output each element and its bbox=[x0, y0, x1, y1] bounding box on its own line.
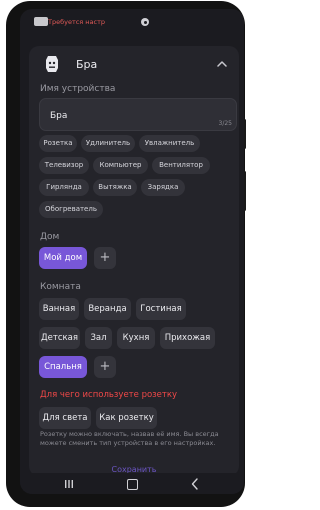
room-option[interactable]: Детская bbox=[39, 327, 80, 349]
room-option[interactable]: Зал bbox=[85, 327, 112, 349]
sheet-header: Бра bbox=[29, 46, 239, 82]
purpose-option-light[interactable]: Для света bbox=[39, 407, 91, 429]
phone-frame: Требуется настр Бра Имя устройства Бра 3… bbox=[6, 1, 246, 507]
purpose-title: Для чего используете розетку bbox=[40, 390, 178, 400]
front-camera bbox=[141, 18, 149, 26]
room-option[interactable]: Веранда bbox=[84, 298, 131, 320]
status-bar: Требуется настр bbox=[20, 9, 244, 31]
room-option[interactable]: Прихожая bbox=[160, 327, 215, 349]
chevron-up-icon[interactable] bbox=[217, 60, 227, 68]
room-label: Комната bbox=[40, 282, 81, 292]
device-settings-sheet: Бра Имя устройства Бра 3/25 Розетка Удли… bbox=[29, 46, 239, 476]
char-counter: 3/25 bbox=[218, 120, 232, 127]
type-chip[interactable]: Компьютер bbox=[93, 157, 148, 174]
type-chip[interactable]: Удлинитель bbox=[81, 135, 135, 152]
room-option-selected[interactable]: Спальня bbox=[39, 356, 87, 378]
type-chip[interactable]: Обогреватель bbox=[39, 201, 103, 218]
type-chip[interactable]: Гирлянда bbox=[39, 179, 89, 196]
add-room-button[interactable]: + bbox=[94, 356, 116, 378]
type-chip[interactable]: Розетка bbox=[39, 135, 77, 152]
system-nav-bar bbox=[20, 473, 244, 494]
purpose-hint: Розетку можно включать, назвав её имя. В… bbox=[40, 430, 219, 447]
device-name-label: Имя устройства bbox=[40, 84, 116, 94]
recent-apps-icon[interactable] bbox=[64, 479, 74, 489]
notification-icon bbox=[34, 17, 48, 26]
type-chip[interactable]: Вытяжка bbox=[93, 179, 137, 196]
home-icon[interactable] bbox=[127, 479, 138, 490]
type-chip[interactable]: Зарядка bbox=[141, 179, 185, 196]
device-title: Бра bbox=[76, 58, 98, 71]
purpose-option-outlet[interactable]: Как розетку bbox=[96, 407, 157, 429]
home-option-selected[interactable]: Мой дом bbox=[39, 247, 87, 269]
type-chip[interactable]: Телевизор bbox=[39, 157, 89, 174]
device-name-input[interactable]: Бра 3/25 bbox=[39, 98, 237, 131]
home-label: Дом bbox=[40, 232, 60, 242]
type-chip[interactable]: Вентилятор bbox=[152, 157, 210, 174]
room-option[interactable]: Гостиная bbox=[136, 298, 186, 320]
screen: Требуется настр Бра Имя устройства Бра 3… bbox=[20, 9, 244, 494]
back-icon[interactable] bbox=[190, 478, 200, 490]
status-warning: Требуется настр bbox=[48, 18, 106, 26]
add-home-button[interactable]: + bbox=[94, 247, 116, 269]
outlet-device-icon bbox=[46, 56, 58, 72]
type-chip[interactable]: Увлажнитель bbox=[139, 135, 200, 152]
room-option[interactable]: Ванная bbox=[39, 298, 79, 320]
device-name-value: Бра bbox=[50, 111, 68, 121]
room-option[interactable]: Кухня bbox=[117, 327, 155, 349]
